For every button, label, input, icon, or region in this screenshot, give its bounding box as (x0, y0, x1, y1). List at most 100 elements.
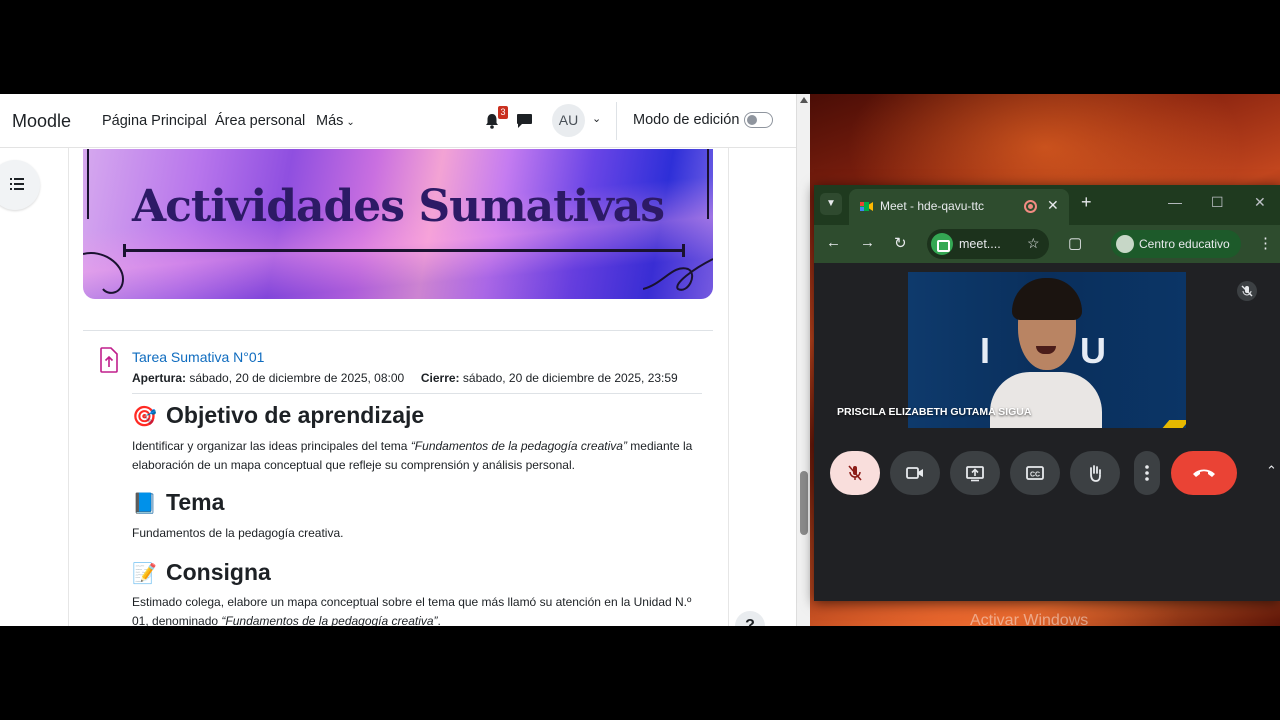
user-avatar[interactable]: AU (552, 104, 585, 137)
moodle-page: Moodle Página Principal Área personal Má… (0, 94, 796, 626)
summative-banner-image: Actividades Sumativas (83, 149, 713, 299)
mic-off-icon (848, 465, 862, 481)
nav-home[interactable]: Página Principal (102, 113, 207, 129)
window-close-icon[interactable]: ✕ (1254, 194, 1266, 211)
nav-more[interactable]: Más ⌄ (316, 113, 355, 129)
topic-heading: 📘 Tema (132, 489, 224, 516)
profile-chip[interactable]: Centro educativo (1111, 230, 1241, 258)
objective-text-italic: “Fundamentos de la pedagogía creativa” (410, 439, 627, 453)
address-text: meet.... (959, 237, 1001, 251)
browser-tab-meet[interactable]: Meet - hde-qavu-ttc ✕ (849, 189, 1069, 225)
participant-shirt (990, 372, 1102, 428)
hang-up-icon (1193, 469, 1215, 477)
section-divider (83, 330, 713, 331)
browser-tab-bar: ▼ Meet - hde-qavu-ttc ✕ + — ☐ ✕ (814, 185, 1280, 225)
address-bar[interactable]: meet.... ☆ (927, 229, 1049, 259)
course-index-button[interactable] (0, 160, 40, 210)
list-icon (10, 178, 24, 190)
page-scrollbar[interactable] (796, 94, 810, 626)
activity-divider (132, 393, 702, 394)
participant-mic-off-icon (1237, 281, 1257, 301)
swirl-decoration (643, 258, 713, 291)
top-navbar: Moodle Página Principal Área personal Má… (0, 94, 796, 148)
more-options-button[interactable] (1134, 451, 1160, 495)
captions-button[interactable]: CC (1010, 451, 1060, 495)
topic-heading-text: Tema (166, 489, 225, 515)
microphone-toggle-button[interactable] (830, 451, 880, 495)
nav-personal-area[interactable]: Área personal (215, 113, 305, 129)
captions-icon: CC (1026, 466, 1044, 480)
participant-hair (1012, 278, 1082, 320)
profile-avatar (1116, 235, 1134, 253)
reload-icon[interactable]: ↻ (894, 234, 907, 252)
instructions-heading-text: Consigna (166, 559, 271, 585)
close-icon[interactable]: ✕ (1047, 197, 1059, 214)
scrollbar-thumb[interactable] (800, 471, 808, 535)
tab-title: Meet - hde-qavu-ttc (880, 199, 985, 213)
recording-indicator-icon (1024, 200, 1037, 213)
objective-heading: 🎯 Objetivo de aprendizaje (132, 402, 424, 429)
chevron-down-icon: ⌄ (346, 117, 355, 128)
chevron-up-icon[interactable]: ⌃ (1266, 463, 1277, 479)
participant-video: I U (908, 272, 1186, 428)
camera-icon (906, 467, 923, 479)
target-icon: 🎯 (132, 406, 157, 428)
raise-hand-button[interactable] (1070, 451, 1120, 495)
scroll-up-arrow-icon[interactable] (800, 97, 808, 103)
screen: Moodle Página Principal Área personal Má… (0, 94, 1280, 626)
swirl-decoration (83, 252, 125, 294)
closing-date: sábado, 20 de diciembre de 2025, 23:59 (462, 371, 678, 385)
site-brand[interactable]: Moodle (12, 111, 71, 132)
camera-toggle-button[interactable] (890, 451, 940, 495)
objective-text: Identificar y organizar las ideas princi… (132, 437, 707, 475)
present-screen-icon (966, 466, 984, 482)
video-accent (1162, 420, 1186, 428)
svg-text:CC: CC (1030, 472, 1040, 479)
chat-icon[interactable] (516, 113, 533, 129)
opening-date: sábado, 20 de diciembre de 2025, 08:00 (189, 371, 405, 385)
background-logo-letter: I (980, 330, 991, 371)
meet-browser-window: ▼ Meet - hde-qavu-ttc ✕ + — ☐ ✕ ← → ↻ me… (814, 185, 1280, 601)
topic-text: Fundamentos de la pedagogía creativa. (132, 526, 344, 540)
back-arrow-icon[interactable]: ← (826, 234, 841, 251)
chevron-down-icon[interactable]: ⌄ (592, 112, 601, 125)
meet-favicon-icon (860, 202, 873, 211)
objective-heading-text: Objetivo de aprendizaje (166, 402, 425, 428)
participant-name: PRISCILA ELIZABETH GUTAMA SIGUA (837, 406, 1032, 418)
navbar-divider (616, 102, 617, 140)
closing-label: Cierre: (420, 371, 460, 385)
bookmark-star-icon[interactable]: ☆ (1027, 235, 1040, 252)
browser-toolbar: ← → ↻ meet.... ☆ ▢ Centro educativo ⋮ (814, 225, 1280, 263)
assignment-link[interactable]: Tarea Sumativa N°01 (132, 349, 264, 365)
edit-mode-label: Modo de edición (633, 112, 740, 128)
instructions-text-italic: “Fundamentos de la pedagogía creativa” (221, 614, 438, 626)
banner-title: Actividades Sumativas (131, 181, 665, 232)
help-button[interactable]: ? (735, 611, 765, 626)
forward-arrow-icon[interactable]: → (860, 234, 875, 251)
browser-menu-icon[interactable]: ⋮ (1258, 234, 1273, 252)
banner-underline (123, 244, 685, 257)
meet-site-icon (931, 233, 953, 255)
more-vert-icon (1145, 465, 1149, 481)
leave-call-button[interactable] (1171, 451, 1237, 495)
extensions-icon[interactable]: ▢ (1068, 234, 1082, 252)
maximize-icon[interactable]: ☐ (1211, 194, 1224, 211)
instructions-text: Estimado colega, elabore un mapa concept… (132, 593, 707, 626)
windows-activation-watermark: Activar Windows (970, 612, 1089, 626)
profile-label: Centro educativo (1139, 237, 1230, 251)
raise-hand-icon (1090, 465, 1101, 482)
nav-more-label: Más (316, 113, 344, 129)
present-screen-button[interactable] (950, 451, 1000, 495)
book-icon: 📘 (132, 493, 157, 515)
meet-stage: I U PRISCILA ELIZABETH GUTAMA SIGUA CC ⌃ (814, 263, 1280, 601)
objective-text-part: Identificar y organizar las ideas princi… (132, 439, 411, 453)
instructions-text-part: . (437, 614, 441, 626)
opening-label: Apertura: (132, 371, 187, 385)
activity-dates: Apertura: sábado, 20 de diciembre de 202… (132, 371, 678, 385)
minimize-icon[interactable]: — (1168, 194, 1182, 210)
tab-search-icon[interactable]: ▼ (820, 193, 842, 215)
instructions-heading: 📝 Consigna (132, 559, 271, 586)
edit-mode-toggle[interactable] (744, 112, 773, 128)
new-tab-icon[interactable]: + (1081, 192, 1092, 213)
assignment-icon (100, 347, 118, 373)
